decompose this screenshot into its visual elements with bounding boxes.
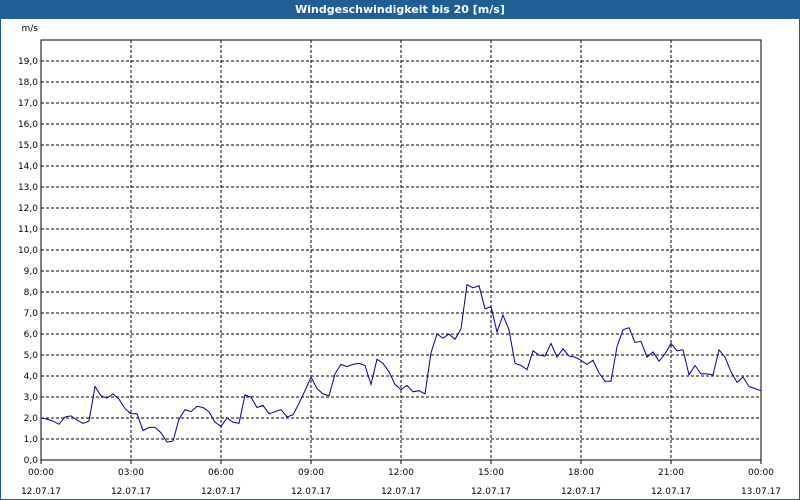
y-tick-label: 15,0 (18, 141, 38, 151)
x-tick-date: 12.07.17 (471, 487, 511, 497)
y-tick-label: 16,0 (18, 120, 38, 130)
x-tick-time: 09:00 (298, 468, 324, 478)
y-tick-label: 9,0 (24, 267, 39, 277)
x-tick-date: 12.07.17 (291, 487, 331, 497)
y-tick-label: 12,0 (18, 204, 38, 214)
x-tick-date: 12.07.17 (381, 487, 421, 497)
window-title: Windgeschwindigkeit bis 20 [m/s] (1, 1, 799, 19)
x-tick-time: 00:00 (748, 468, 774, 478)
x-tick-date: 13.07.17 (741, 487, 781, 497)
y-axis-unit: m/s (22, 24, 39, 34)
x-tick-time: 21:00 (658, 468, 684, 478)
x-tick-date: 12.07.17 (21, 487, 61, 497)
x-tick-time: 18:00 (568, 468, 594, 478)
x-tick-date: 12.07.17 (561, 487, 601, 497)
x-tick-time: 00:00 (28, 468, 54, 478)
y-tick-label: 17,0 (18, 99, 38, 109)
x-tick-date: 12.07.17 (201, 487, 241, 497)
y-tick-label: 5,0 (24, 351, 39, 361)
x-tick-date: 12.07.17 (111, 487, 151, 497)
x-tick-time: 12:00 (388, 468, 414, 478)
y-tick-label: 6,0 (24, 330, 39, 340)
chart-window: Windgeschwindigkeit bis 20 [m/s] 0,0 1,0 2… (0, 0, 800, 500)
y-tick-label: 10,0 (18, 246, 38, 256)
x-tick-time: 15:00 (478, 468, 504, 478)
y-tick-label: 3,0 (24, 393, 39, 403)
x-tick-date: 12.07.17 (651, 487, 691, 497)
y-tick-label: 4,0 (24, 372, 39, 382)
x-tick-time: 06:00 (208, 468, 234, 478)
x-tick-time: 03:00 (118, 468, 144, 478)
y-tick-label: 13,0 (18, 183, 38, 193)
y-tick-label: 19,0 (18, 57, 38, 67)
y-tick-label: 8,0 (24, 288, 39, 298)
y-tick-label: 14,0 (18, 162, 38, 172)
y-tick-label: 7,0 (24, 309, 39, 319)
y-tick-label: 18,0 (18, 78, 38, 88)
wind-speed-chart: 0,0 1,0 2,0 3,0 4,0 5,0 6,0 7,0 8,0 9,0 10,0 11,0 12… (18, 24, 781, 497)
y-tick-label: 11,0 (18, 225, 38, 235)
y-tick-label: 1,0 (24, 435, 39, 445)
y-tick-label: 0,0 (24, 456, 39, 466)
y-tick-label: 2,0 (24, 414, 39, 424)
